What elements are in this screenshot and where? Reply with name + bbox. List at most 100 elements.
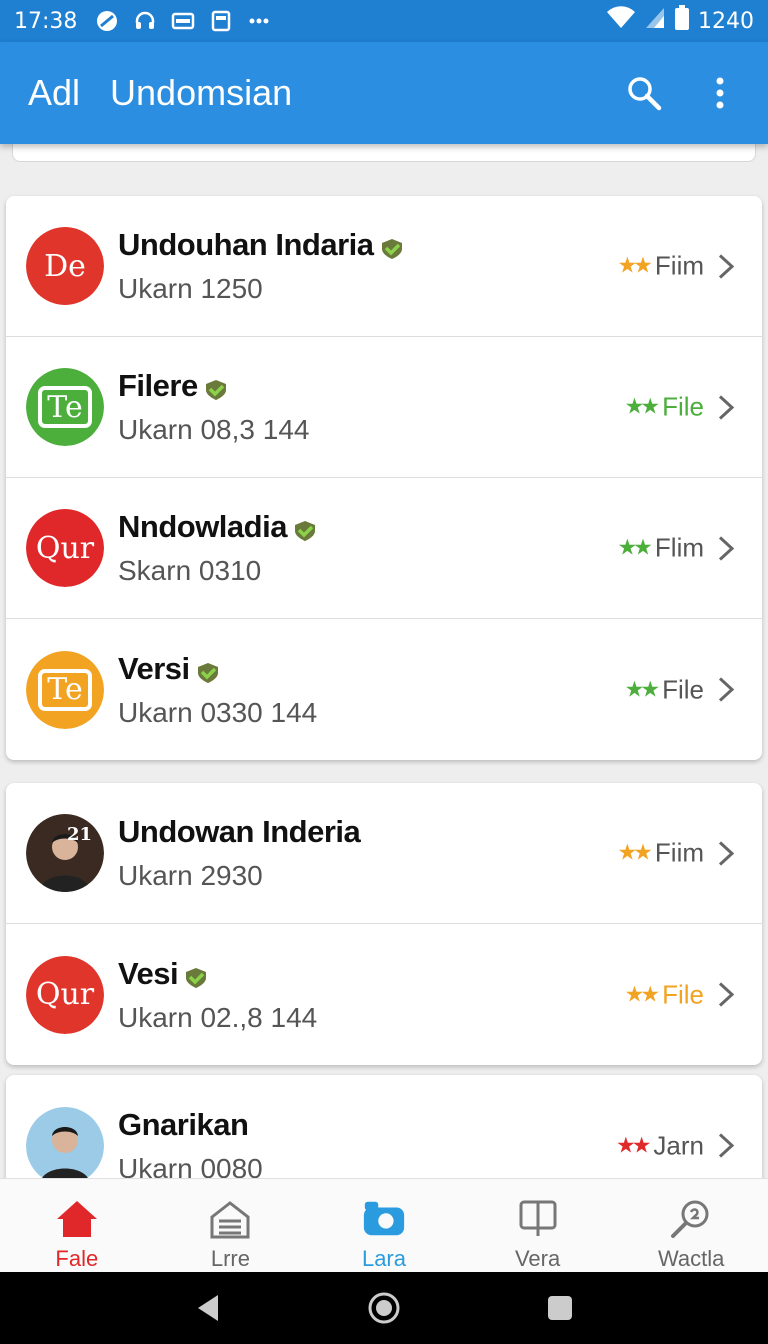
avatar-text: De: [44, 248, 86, 284]
item-title-text: Gnarikan: [118, 1106, 249, 1142]
list-item[interactable]: Te Versi Ukarn 0330 144 ★★ File: [6, 619, 762, 760]
chevron-right-icon: [716, 535, 736, 561]
avatar: [26, 1106, 104, 1178]
avatar-text: Te: [47, 672, 83, 707]
no-disturb-icon: [95, 9, 119, 33]
item-tag: File: [662, 674, 704, 704]
list-card: 21 Undowan Inderia Ukarn 2930 ★★ Fiim Qur Vesi…: [6, 783, 762, 1065]
verified-shield-icon: [184, 962, 208, 988]
item-tag: Jarn: [653, 1130, 704, 1160]
avatar: Te: [26, 368, 104, 446]
list-item[interactable]: Qur Nndowladia Skarn 0310 ★★ Flim: [6, 478, 762, 619]
rating-stars-icon: ★★: [624, 394, 661, 420]
nav-item-lrre[interactable]: Lrre: [154, 1179, 308, 1272]
avatar-text: Qur: [35, 530, 95, 566]
chevron-right-icon: [716, 840, 736, 866]
more-notifications-icon: [247, 9, 271, 33]
search-button[interactable]: [624, 73, 664, 113]
nav-item-label: Lara: [361, 1246, 406, 1271]
avatar: Qur: [26, 955, 104, 1034]
item-title-text: Undouhan Indaria: [118, 227, 374, 262]
overflow-menu-button[interactable]: [700, 73, 740, 113]
avatar: Te: [26, 650, 104, 729]
nav-item-fale[interactable]: Fale: [0, 1179, 154, 1272]
item-tag: File: [662, 979, 704, 1009]
list-item[interactable]: Qur Vesi Ukarn 02.,8 144 ★★ File: [6, 924, 762, 1065]
nav-item-label: Vera: [514, 1246, 561, 1271]
item-tag: Fiim: [654, 250, 704, 281]
nav-item-wactla[interactable]: Wactla: [614, 1179, 768, 1272]
wifi-icon: [606, 5, 636, 37]
nav-item-label: Lrre: [210, 1246, 250, 1271]
rating-stars-icon: ★★: [624, 677, 661, 702]
item-tag: Flim: [654, 532, 704, 563]
home-button[interactable]: [364, 1288, 404, 1328]
chevron-right-icon: [716, 677, 736, 703]
chevron-right-icon: [716, 394, 736, 420]
item-tag: File: [662, 391, 704, 422]
status-bar: 17:38 1240: [0, 0, 768, 42]
app-bar-prefix: Adl: [28, 72, 81, 113]
chat-icon: [515, 1197, 561, 1240]
status-time: 17:38: [14, 8, 78, 34]
avatar: De: [26, 227, 104, 305]
item-meta: ★★ File: [625, 979, 736, 1010]
screenshot-icon: [209, 9, 233, 33]
back-button[interactable]: [188, 1288, 228, 1328]
card-icon: [171, 9, 195, 33]
avatar-text: Te: [47, 389, 83, 425]
nav-item-label: Wactla: [657, 1246, 725, 1271]
item-title-text: Versi: [118, 650, 190, 686]
item-tag: Fiim: [654, 837, 704, 868]
search-key-icon: [668, 1197, 714, 1240]
battery-icon: [674, 4, 690, 38]
nav-item-label: Fale: [55, 1246, 99, 1271]
item-title-text: Vesi: [118, 955, 179, 991]
avatar: 21: [26, 814, 104, 892]
verified-shield-icon: [204, 374, 228, 400]
verified-shield-icon: [293, 515, 317, 541]
list-card: Gnarikan Ukarn 0080 ★★ Jarn: [6, 1075, 762, 1178]
item-meta: ★★ File: [625, 674, 736, 705]
app-bar-actions: [624, 73, 740, 113]
item-meta: ★★ Fiim: [617, 251, 736, 282]
back-icon: [198, 1295, 218, 1321]
chevron-right-icon: [716, 982, 736, 1008]
headset-icon: [133, 9, 157, 33]
avatar-text: 21: [66, 824, 92, 845]
search-icon: [628, 77, 662, 111]
rating-stars-icon: ★★: [617, 253, 653, 279]
chevron-right-icon: [716, 1133, 736, 1159]
nav-item-lara[interactable]: Lara: [307, 1179, 461, 1272]
item-title-text: Nndowladia: [118, 509, 287, 544]
rating-stars-icon: ★★: [615, 1133, 652, 1158]
bottom-navigation: Fale Lrre Lara Vera Wactla: [0, 1178, 768, 1272]
app-bar-title: Undomsian: [110, 72, 293, 113]
recents-button[interactable]: [540, 1288, 580, 1328]
nav-item-vera[interactable]: Vera: [461, 1179, 615, 1272]
system-navigation-bar: [0, 1272, 768, 1344]
list-item[interactable]: Te Filere Ukarn 08,3 144 ★★ File: [6, 337, 762, 478]
avatar-text: Qur: [35, 977, 95, 1012]
camera-icon: [361, 1197, 407, 1240]
avatar: Qur: [26, 509, 104, 587]
content-list[interactable]: De Undouhan Indaria Ukarn 1250 ★★ Fiim Te File…: [0, 144, 768, 1178]
inbox-icon: [207, 1197, 253, 1240]
status-right: 1240: [606, 4, 754, 38]
status-battery-text: 1240: [698, 8, 754, 34]
app-bar: Adl Undomsian: [0, 42, 768, 144]
list-card: De Undouhan Indaria Ukarn 1250 ★★ Fiim Te File…: [6, 196, 762, 760]
more-vert-icon: [716, 77, 724, 109]
home-circle-icon: [368, 1292, 400, 1324]
item-meta: ★★ Jarn: [616, 1130, 736, 1161]
rating-stars-icon: ★★: [617, 535, 653, 561]
home-icon: [54, 1197, 100, 1240]
rating-stars-icon: ★★: [617, 840, 653, 866]
item-title-text: Filere: [118, 368, 198, 403]
list-item[interactable]: Gnarikan Ukarn 0080 ★★ Jarn: [6, 1075, 762, 1178]
list-item[interactable]: De Undouhan Indaria Ukarn 1250 ★★ Fiim: [6, 196, 762, 337]
item-meta: ★★ File: [625, 392, 736, 423]
chevron-right-icon: [716, 253, 736, 279]
item-title-text: Undowan Inderia: [118, 814, 361, 849]
list-item[interactable]: 21 Undowan Inderia Ukarn 2930 ★★ Fiim: [6, 783, 762, 924]
